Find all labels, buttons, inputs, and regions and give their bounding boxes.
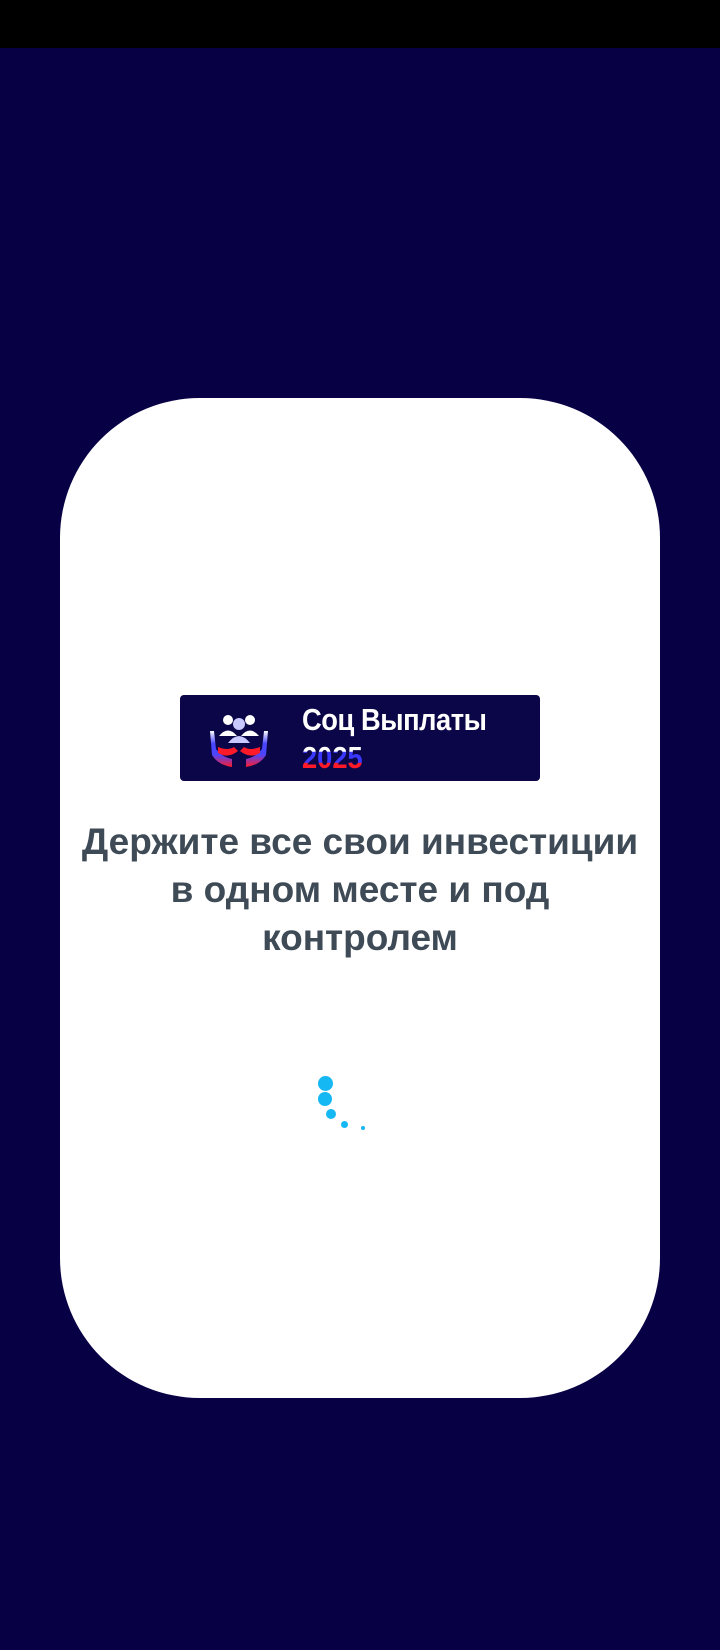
splash-card: Соц Выплаты 2025 Держите все свои инвест… (60, 398, 660, 1398)
splash-screen: Соц Выплаты 2025 Держите все свои инвест… (0, 48, 720, 1650)
spinner-dot (341, 1121, 348, 1128)
spinner-dot (318, 1092, 332, 1106)
status-bar (0, 0, 720, 48)
app-logo: Соц Выплаты 2025 (180, 695, 540, 781)
logo-title: Соц Выплаты (302, 702, 487, 737)
tagline: Держите все свои инвестиции в одном мест… (81, 821, 639, 958)
spinner-dot (318, 1076, 333, 1091)
people-in-hands-icon (210, 715, 268, 767)
spinner-dot (361, 1126, 365, 1130)
logo-year: 2025 (302, 739, 504, 777)
logo-text: Соц Выплаты 2025 (302, 701, 532, 777)
spinner-dot (326, 1109, 336, 1119)
